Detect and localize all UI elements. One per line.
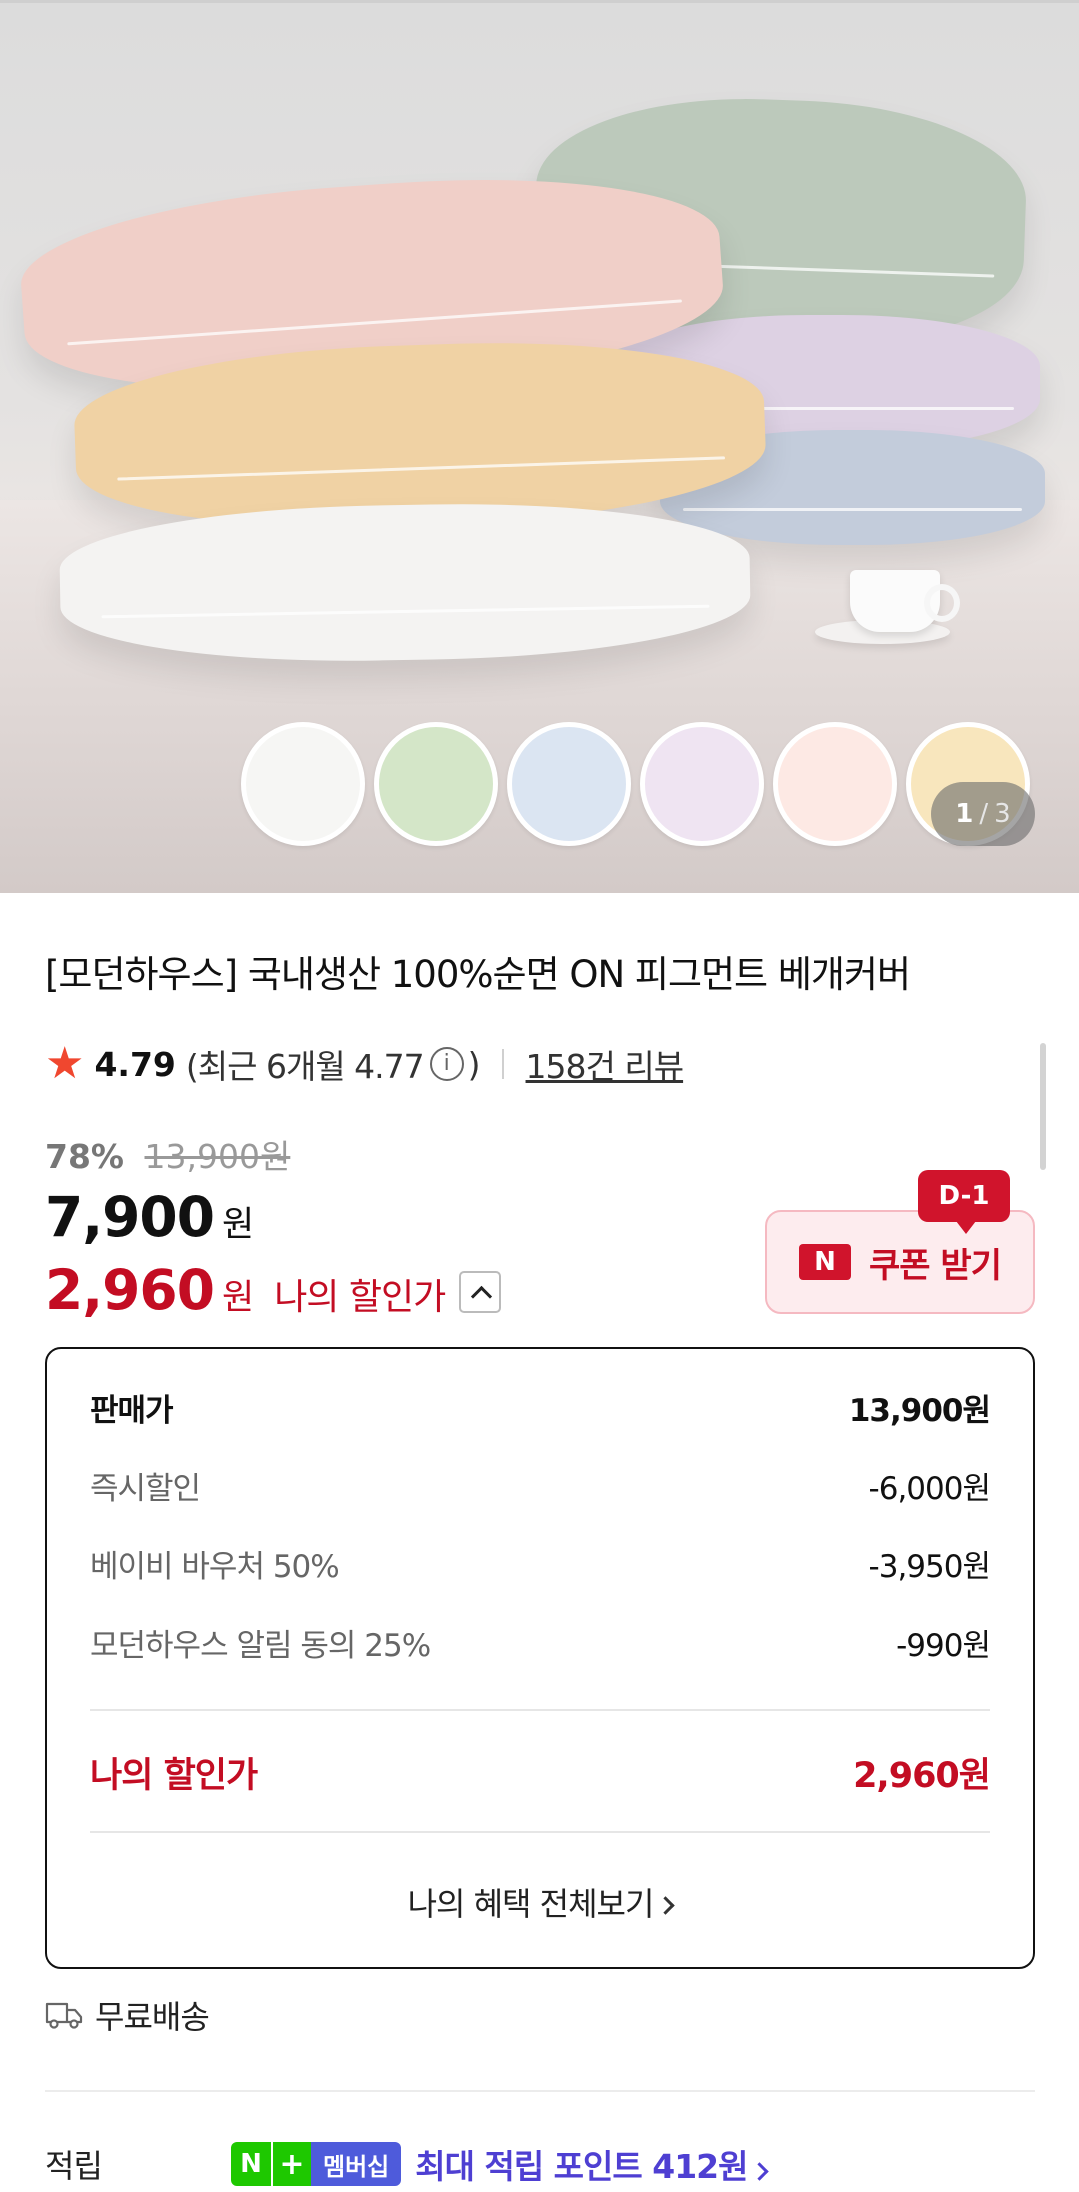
info-icon[interactable]: i bbox=[429, 1047, 464, 1081]
breakdown-value: 13,900원 bbox=[848, 1393, 991, 1429]
color-swatch-white[interactable] bbox=[241, 722, 365, 846]
breakdown-row-baby-voucher: 베이비 바우처 50% -3,950원 bbox=[90, 1541, 991, 1586]
coupon-label: 쿠폰 받기 bbox=[869, 1245, 1002, 1286]
original-price-row: 78% 13,900원 bbox=[45, 1130, 290, 1178]
recent-rating-close: ) bbox=[467, 1044, 481, 1084]
my-price-label: 나의 할인가 bbox=[274, 1277, 446, 1318]
my-price-total-value: 2,960원 bbox=[853, 1756, 991, 1796]
breakdown-value: -6,000원 bbox=[868, 1471, 991, 1507]
star-icon: ★ bbox=[45, 1038, 85, 1089]
breakdown-divider bbox=[90, 1831, 990, 1833]
color-swatch-green[interactable] bbox=[374, 722, 498, 846]
max-points-text: 최대 적립 포인트 412원 bbox=[415, 2147, 748, 2186]
chevron-right-icon bbox=[750, 2162, 770, 2181]
breakdown-row-instant-discount: 즉시할인 -6,000원 bbox=[90, 1463, 991, 1508]
color-swatch-lilac[interactable] bbox=[640, 722, 764, 846]
discount-percent: 78% bbox=[45, 1137, 124, 1176]
rating-score: 4.79 bbox=[94, 1044, 176, 1084]
sale-price-unit: 원 bbox=[221, 1205, 255, 1245]
naver-n-icon: N bbox=[231, 2142, 271, 2186]
chevron-right-icon bbox=[656, 1896, 676, 1915]
my-price: 2,960 bbox=[45, 1258, 215, 1322]
image-counter-total: 3 bbox=[994, 799, 1011, 829]
sale-price-row: 7,900 원 bbox=[45, 1185, 254, 1249]
shipping-row: 무료배송 bbox=[45, 1993, 210, 2037]
image-counter: 1 / 3 bbox=[931, 782, 1035, 846]
my-price-total-label: 나의 할인가 bbox=[90, 1756, 258, 1796]
product-title: [모던하우스] 국내생산 100%순면 ON 피그먼트 베개커버 bbox=[45, 953, 911, 996]
rating-divider bbox=[501, 1049, 504, 1079]
breakdown-value: -990원 bbox=[896, 1628, 991, 1664]
sale-price: 7,900 bbox=[45, 1185, 215, 1249]
breakdown-row-my-price: 나의 할인가 2,960원 bbox=[90, 1747, 991, 1798]
breakdown-value: -3,950원 bbox=[868, 1549, 991, 1585]
scrollbar[interactable] bbox=[1040, 1043, 1046, 1170]
color-swatch-pink[interactable] bbox=[773, 722, 897, 846]
coupon-button[interactable]: N 쿠폰 받기 bbox=[765, 1210, 1035, 1314]
my-price-unit: 원 bbox=[221, 1278, 255, 1318]
shipping-label: 무료배송 bbox=[95, 1998, 210, 2036]
my-price-row: 2,960 원 나의 할인가 bbox=[45, 1258, 502, 1322]
tea-cup bbox=[850, 570, 960, 632]
points-label: 적립 bbox=[45, 2147, 103, 2185]
original-price: 13,900원 bbox=[144, 1137, 291, 1176]
collapse-toggle-button[interactable] bbox=[459, 1271, 502, 1313]
breakdown-label: 모던하우스 알림 동의 25% bbox=[90, 1628, 431, 1664]
plus-icon: + bbox=[271, 2142, 311, 2186]
color-swatch-blue[interactable] bbox=[507, 722, 631, 846]
naver-membership-badge: N + 멤버십 bbox=[231, 2142, 402, 2186]
all-benefits-link[interactable]: 나의 혜택 전체보기 bbox=[47, 1879, 1033, 1925]
points-row: 적립 N + 멤버십 최대 적립 포인트 412원 bbox=[45, 2140, 770, 2188]
price-breakdown-box: 판매가 13,900원 즉시할인 -6,000원 베이비 바우처 50% -3,… bbox=[45, 1347, 1035, 1969]
recent-rating: (최근 6개월 4.77 bbox=[185, 1047, 425, 1086]
image-counter-separator: / bbox=[979, 799, 989, 829]
breakdown-label: 즉시할인 bbox=[90, 1471, 201, 1507]
truck-icon bbox=[45, 2002, 83, 2029]
top-divider bbox=[0, 0, 1079, 3]
breakdown-row-notification-consent: 모던하우스 알림 동의 25% -990원 bbox=[90, 1620, 991, 1665]
all-benefits-label: 나의 혜택 전체보기 bbox=[407, 1885, 655, 1923]
naver-n-icon: N bbox=[799, 1244, 852, 1280]
rating-row: ★ 4.79 (최근 6개월 4.77 i ) 158건 리뷰 bbox=[45, 1038, 685, 1089]
membership-label: 멤버십 bbox=[311, 2142, 402, 2186]
d-day-badge: D-1 bbox=[918, 1170, 1010, 1234]
product-image[interactable]: 1 / 3 bbox=[0, 0, 1079, 893]
breakdown-divider bbox=[90, 1709, 990, 1711]
section-divider bbox=[45, 2090, 1035, 2092]
max-points-link[interactable]: 최대 적립 포인트 412원 bbox=[415, 2140, 770, 2188]
image-counter-current: 1 bbox=[955, 799, 974, 829]
breakdown-label: 판매가 bbox=[90, 1393, 174, 1429]
breakdown-label: 베이비 바우처 50% bbox=[90, 1549, 340, 1585]
breakdown-row-list-price: 판매가 13,900원 bbox=[90, 1385, 991, 1430]
color-swatches bbox=[241, 722, 1030, 846]
reviews-link[interactable]: 158건 리뷰 bbox=[526, 1040, 685, 1088]
